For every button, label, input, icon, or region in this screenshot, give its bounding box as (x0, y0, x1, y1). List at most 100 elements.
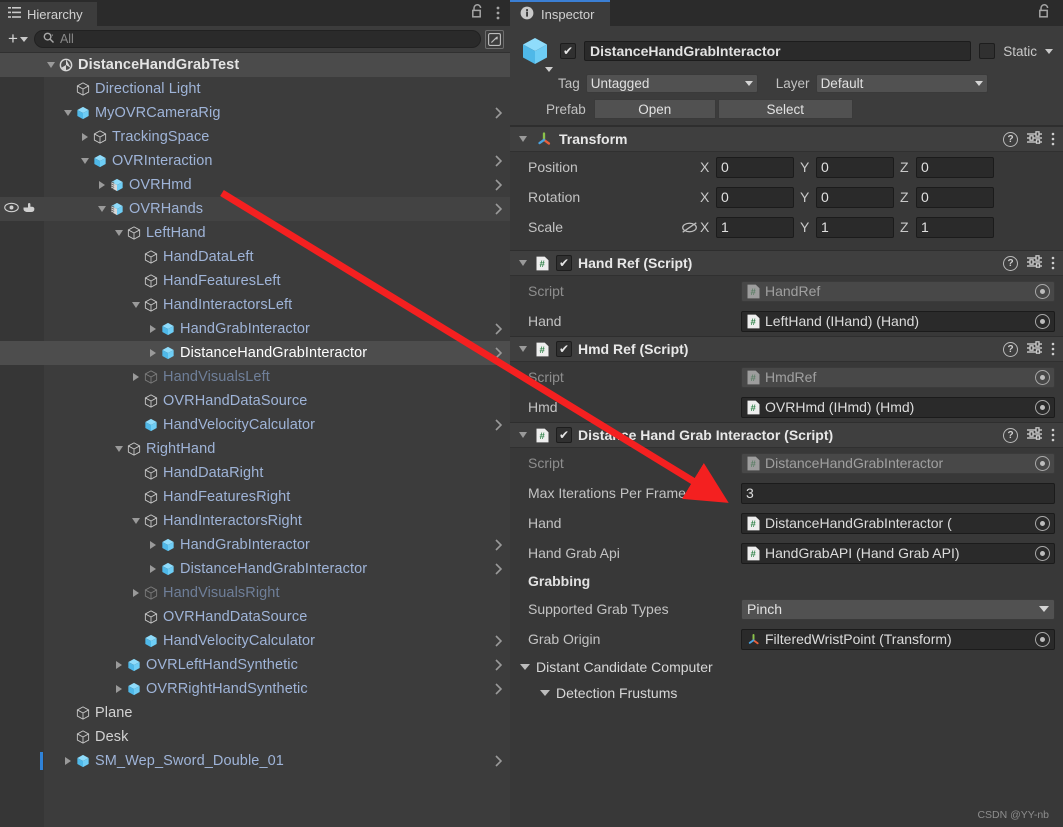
hierarchy-row[interactable]: OVRRightHandSynthetic (0, 677, 510, 701)
component-header[interactable]: # Distance Hand Grab Interactor (Script)? (510, 423, 1063, 448)
help-icon[interactable]: ? (1003, 131, 1018, 147)
object-picker-icon[interactable] (1035, 545, 1050, 561)
property-dropdown[interactable]: Pinch (741, 598, 1055, 620)
hierarchy-row[interactable]: TrackingSpace (0, 125, 510, 149)
preset-icon[interactable] (1027, 131, 1042, 147)
chevron-down-icon[interactable] (112, 221, 125, 245)
transform-rotation-z-field[interactable]: 0 (916, 186, 994, 208)
hierarchy-row[interactable]: Desk (0, 725, 510, 749)
chevron-right-icon[interactable] (146, 317, 159, 341)
prefab-open-chevron-icon[interactable] (495, 173, 502, 197)
component-header[interactable]: # Hmd Ref (Script)? (510, 337, 1063, 362)
chevron-right-icon[interactable] (112, 653, 125, 677)
chevron-right-icon[interactable] (112, 677, 125, 701)
lock-icon[interactable] (471, 4, 484, 22)
prefab-icon[interactable] (518, 34, 553, 72)
hierarchy-row[interactable]: DistanceHandGrabInteractor (0, 341, 510, 365)
component-enabled-checkbox[interactable] (556, 427, 572, 443)
property-object-field[interactable]: # HandGrabAPI (Hand Grab API) (741, 542, 1055, 564)
gameobject-enabled-checkbox[interactable] (560, 43, 576, 59)
chevron-down-icon[interactable] (78, 149, 91, 173)
prefab-open-chevron-icon[interactable] (495, 533, 502, 557)
help-icon[interactable]: ? (1003, 427, 1018, 443)
chevron-down-icon[interactable] (129, 509, 142, 533)
hierarchy-row[interactable]: HandInteractorsLeft (0, 293, 510, 317)
component-menu-icon[interactable] (1051, 428, 1055, 442)
tab-hierarchy[interactable]: Hierarchy (0, 0, 97, 26)
prefab-select-button[interactable]: Select (717, 99, 853, 119)
transform-rotation-y-field[interactable]: 0 (816, 186, 894, 208)
help-icon[interactable]: ? (1003, 255, 1018, 271)
hierarchy-row[interactable]: MyOVRCameraRig (0, 101, 510, 125)
hierarchy-row[interactable]: OVRLeftHandSynthetic (0, 653, 510, 677)
prefab-open-chevron-icon[interactable] (495, 749, 502, 773)
hierarchy-row[interactable]: DistanceHandGrabTest (0, 53, 510, 77)
component-menu-icon[interactable] (1051, 132, 1055, 146)
hierarchy-row[interactable]: HandDataRight (0, 461, 510, 485)
property-object-field[interactable]: # OVRHmd (IHmd) (Hmd) (741, 396, 1055, 418)
chevron-down-icon[interactable] (112, 437, 125, 461)
hierarchy-row[interactable]: HandInteractorsRight (0, 509, 510, 533)
foldout-row[interactable]: Detection Frustums (510, 680, 1063, 706)
prefab-open-chevron-icon[interactable] (495, 413, 502, 437)
chevron-down-icon[interactable] (516, 127, 529, 151)
static-checkbox[interactable] (979, 43, 996, 59)
transform-scale-x-field[interactable]: 1 (716, 216, 794, 238)
chevron-down-icon[interactable] (516, 251, 529, 275)
property-object-field[interactable]: # LeftHand (IHand) (Hand) (741, 310, 1055, 332)
foldout-row[interactable]: Distant Candidate Computer (510, 654, 1063, 680)
hierarchy-row[interactable]: HandVelocityCalculator (0, 413, 510, 437)
object-picker-icon[interactable] (1035, 399, 1050, 415)
property-object-field[interactable]: FilteredWristPoint (Transform) (741, 628, 1055, 650)
object-picker-icon[interactable] (1035, 283, 1050, 299)
chevron-right-icon[interactable] (61, 749, 74, 773)
component-header[interactable]: Transform? (510, 127, 1063, 152)
chevron-down-icon[interactable] (61, 101, 74, 125)
prefab-open-chevron-icon[interactable] (495, 677, 502, 701)
prefab-open-chevron-icon[interactable] (495, 317, 502, 341)
property-object-field[interactable]: # DistanceHandGrabInteractor ( (741, 512, 1055, 534)
chevron-right-icon[interactable] (78, 125, 91, 149)
hierarchy-row[interactable]: HandGrabInteractor (0, 533, 510, 557)
hierarchy-row[interactable]: OVRInteraction (0, 149, 510, 173)
hierarchy-row[interactable]: RightHand (0, 437, 510, 461)
prefab-open-chevron-icon[interactable] (495, 101, 502, 125)
transform-position-x-field[interactable]: 0 (716, 156, 794, 178)
hierarchy-row[interactable]: HandDataLeft (0, 245, 510, 269)
component-enabled-checkbox[interactable] (556, 341, 572, 357)
object-picker-icon[interactable] (1035, 313, 1050, 329)
prefab-open-chevron-icon[interactable] (495, 557, 502, 581)
hierarchy-row[interactable]: Directional Light (0, 77, 510, 101)
chevron-right-icon[interactable] (95, 173, 108, 197)
hierarchy-row[interactable]: HandFeaturesLeft (0, 269, 510, 293)
preset-icon[interactable] (1027, 255, 1042, 271)
hierarchy-row[interactable]: HandVelocityCalculator (0, 629, 510, 653)
create-button[interactable]: + (6, 29, 30, 49)
object-picker-icon[interactable] (1035, 515, 1050, 531)
hierarchy-row[interactable]: HandGrabInteractor (0, 317, 510, 341)
gameobject-name-field[interactable]: DistanceHandGrabInteractor (584, 41, 972, 61)
component-menu-icon[interactable] (1051, 342, 1055, 356)
lock-icon[interactable] (1038, 4, 1051, 22)
preset-icon[interactable] (1027, 427, 1042, 443)
layer-dropdown[interactable]: Default (815, 74, 988, 93)
component-enabled-checkbox[interactable] (556, 255, 572, 271)
chevron-right-icon[interactable] (146, 341, 159, 365)
transform-position-y-field[interactable]: 0 (816, 156, 894, 178)
chevron-right-icon[interactable] (146, 557, 159, 581)
transform-rotation-x-field[interactable]: 0 (716, 186, 794, 208)
prefab-open-chevron-icon[interactable] (495, 629, 502, 653)
hierarchy-menu-icon[interactable] (496, 6, 500, 20)
hierarchy-row[interactable]: LeftHand (0, 221, 510, 245)
hierarchy-row[interactable]: OVRHandDataSource (0, 389, 510, 413)
hierarchy-tree[interactable]: DistanceHandGrabTest Directional Light MyO… (0, 53, 510, 827)
chevron-right-icon[interactable] (129, 581, 142, 605)
prefab-open-chevron-icon[interactable] (495, 197, 502, 221)
prefab-open-chevron-icon[interactable] (495, 341, 502, 365)
help-icon[interactable]: ? (1003, 341, 1018, 357)
static-dropdown-chevron-icon[interactable] (1045, 48, 1053, 54)
transform-scale-z-field[interactable]: 1 (916, 216, 994, 238)
visibility-eye-icon[interactable] (4, 200, 19, 218)
tag-dropdown[interactable]: Untagged (585, 74, 758, 93)
hierarchy-row[interactable]: Plane (0, 701, 510, 725)
